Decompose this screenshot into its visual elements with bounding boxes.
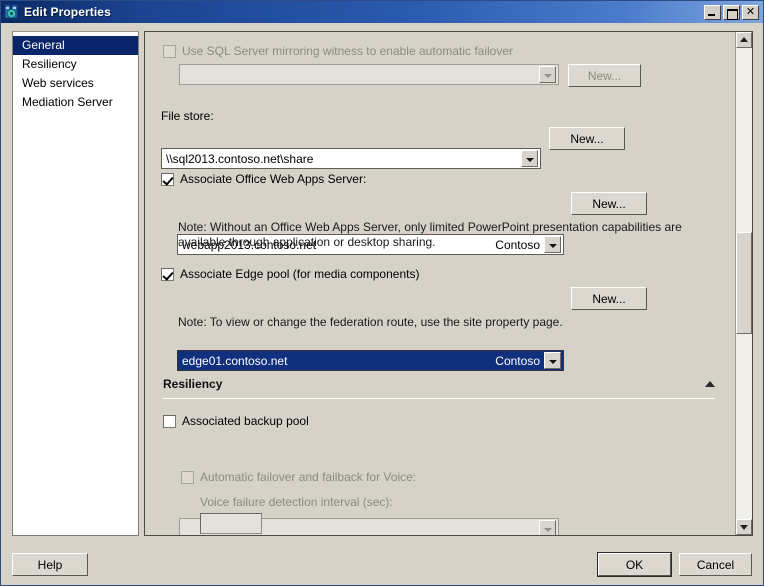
chevron-down-icon [539, 520, 556, 535]
chevron-down-icon [539, 66, 556, 83]
edge-pool-label: Associate Edge pool (for media component… [180, 267, 420, 281]
scroll-down-icon[interactable] [736, 519, 752, 535]
backup-pool-checkbox[interactable] [163, 415, 176, 428]
chevron-up-icon[interactable] [705, 381, 715, 387]
vertical-scrollbar[interactable] [735, 32, 752, 535]
sidebar-item-web-services[interactable]: Web services [13, 74, 138, 93]
edge-pool-combo[interactable]: edge01.contoso.net Contoso [177, 350, 564, 371]
voice-failover-checkbox-row: Automatic failover and failback for Voic… [181, 470, 416, 484]
edge-pool-checkbox-row[interactable]: Associate Edge pool (for media component… [161, 267, 419, 281]
edge-pool-new-button[interactable]: New... [571, 287, 647, 310]
server-properties-icon [4, 4, 20, 20]
properties-content-panel: Use SQL Server mirroring witness to enab… [144, 31, 753, 536]
sql-mirroring-new-button: New... [568, 64, 641, 87]
sidebar-item-mediation-server[interactable]: Mediation Server [13, 93, 138, 112]
owa-label: Associate Office Web Apps Server: [180, 172, 367, 186]
title-bar[interactable]: Edit Properties ✕ [1, 1, 763, 23]
owa-checkbox[interactable] [161, 173, 174, 186]
sql-mirroring-checkbox [163, 45, 176, 58]
owa-note: Note: Without an Office Web Apps Server,… [178, 220, 682, 249]
window-title: Edit Properties [24, 5, 111, 19]
navigation-tree[interactable]: General Resiliency Web services Mediatio… [12, 31, 139, 536]
sql-mirroring-witness-combo [179, 64, 559, 85]
sidebar-item-general[interactable]: General [13, 36, 138, 55]
scroll-up-icon[interactable] [736, 32, 752, 48]
ok-button[interactable]: OK [597, 552, 672, 577]
close-button[interactable]: ✕ [742, 4, 759, 20]
voice-failover-label: Automatic failover and failback for Voic… [200, 470, 417, 484]
sql-mirroring-checkbox-row[interactable]: Use SQL Server mirroring witness to enab… [163, 44, 513, 58]
section-divider [163, 398, 715, 399]
file-store-combo[interactable]: \\sql2013.contoso.net\share [161, 148, 541, 169]
edge-pool-checkbox[interactable] [161, 268, 174, 281]
sidebar-item-resiliency[interactable]: Resiliency [13, 55, 138, 74]
properties-form: Use SQL Server mirroring witness to enab… [145, 32, 736, 535]
resiliency-section-header[interactable]: Resiliency [163, 377, 715, 391]
voice-interval-input [200, 513, 262, 534]
maximize-button[interactable] [723, 4, 740, 20]
file-store-value: \\sql2013.contoso.net\share [166, 151, 314, 166]
file-store-new-button[interactable]: New... [549, 127, 625, 150]
cancel-button[interactable]: Cancel [679, 553, 752, 576]
owa-new-button[interactable]: New... [571, 192, 647, 215]
edge-pool-value: edge01.contoso.net [182, 353, 288, 368]
edge-pool-site: Contoso [495, 353, 540, 368]
edge-pool-note: Note: To view or change the federation r… [178, 315, 563, 329]
edit-properties-dialog: Edit Properties ✕ General Resiliency Web… [0, 0, 764, 586]
scrollbar-thumb[interactable] [736, 232, 752, 334]
backup-pool-checkbox-row[interactable]: Associated backup pool [163, 414, 309, 428]
chevron-down-icon[interactable] [544, 352, 561, 369]
voice-failover-checkbox [181, 471, 194, 484]
minimize-button[interactable] [704, 4, 721, 20]
chevron-down-icon[interactable] [521, 150, 538, 167]
backup-pool-label: Associated backup pool [182, 414, 309, 428]
sql-mirroring-label: Use SQL Server mirroring witness to enab… [182, 44, 514, 58]
resiliency-section-title: Resiliency [163, 377, 223, 391]
dialog-footer: Help OK Cancel [1, 546, 763, 585]
help-button[interactable]: Help [12, 553, 88, 576]
voice-interval-label: Voice failure detection interval (sec): [200, 495, 393, 509]
file-store-label: File store: [161, 109, 214, 123]
owa-checkbox-row[interactable]: Associate Office Web Apps Server: [161, 172, 366, 186]
